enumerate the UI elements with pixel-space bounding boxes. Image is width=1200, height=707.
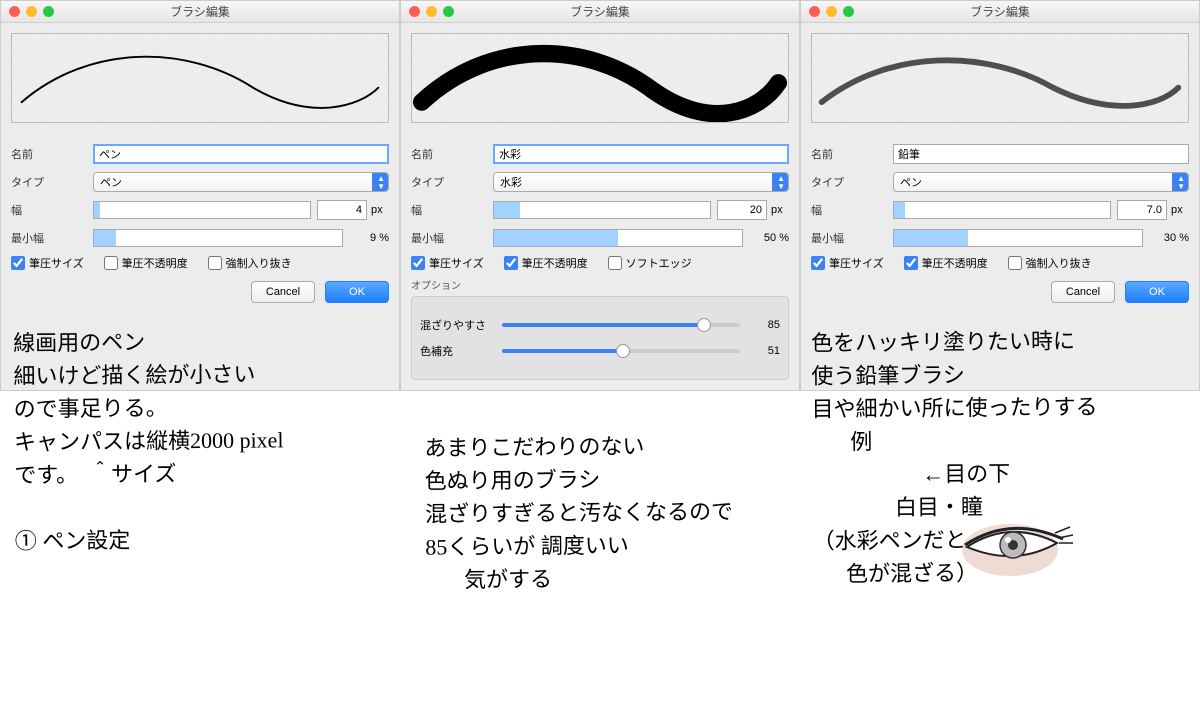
width-label: 幅 (811, 202, 893, 218)
checkbox-label: 筆圧サイズ (429, 255, 484, 271)
checkbox-input[interactable] (208, 256, 222, 270)
brush-editor-panel: ブラシ編集名前タイプ水彩 ▲▼ 幅 px 最小幅 50 % 筆圧サイズ 筆圧不透明度 ソフトエッ… (400, 0, 800, 391)
width-slider[interactable] (93, 201, 311, 219)
window-titlebar: ブラシ編集 (801, 1, 1199, 23)
cancel-button[interactable]: Cancel (251, 281, 315, 303)
checkbox-label: ソフトエッジ (626, 255, 692, 271)
checkbox-input[interactable] (411, 256, 425, 270)
width-unit: px (771, 204, 789, 216)
options-heading: オプション (411, 277, 789, 292)
checkbox-label: 筆圧不透明度 (922, 255, 988, 271)
minwidth-value: 50 % (749, 232, 789, 244)
window-title: ブラシ編集 (1, 3, 399, 20)
type-select[interactable]: 水彩 ▲▼ (493, 172, 789, 192)
ok-button[interactable]: OK (325, 281, 389, 303)
checkbox-筆圧サイズ[interactable]: 筆圧サイズ (11, 255, 84, 271)
handwritten-note-center: あまりこだわりのない 色ぬり用のブラシ 混ざりすぎると汚なくなるので 85くらい… (424, 428, 785, 596)
minwidth-label: 最小幅 (411, 230, 493, 246)
checkbox-input[interactable] (504, 256, 518, 270)
select-value: ペン (900, 174, 922, 190)
width-label: 幅 (11, 202, 93, 218)
checkbox-input[interactable] (11, 256, 25, 270)
option-slider[interactable] (502, 323, 740, 327)
width-unit: px (1171, 204, 1189, 216)
type-select[interactable]: ペン ▲▼ (93, 172, 389, 192)
option-label: 色補充 (420, 343, 502, 359)
width-slider[interactable] (493, 201, 711, 219)
width-input[interactable] (317, 200, 367, 220)
option-value: 51 (750, 345, 780, 357)
minwidth-slider[interactable] (493, 229, 743, 247)
type-select[interactable]: ペン ▲▼ (893, 172, 1189, 192)
chevron-updown-icon: ▲▼ (777, 175, 785, 191)
handwritten-note-left: 線画用のペン 細いけど描く絵が小さい ので事足りる。 キャンパスは縦横2000 … (13, 323, 395, 557)
name-input[interactable] (493, 144, 789, 164)
minwidth-slider[interactable] (893, 229, 1143, 247)
chevron-updown-icon: ▲▼ (1177, 175, 1185, 191)
width-label: 幅 (411, 202, 493, 218)
ok-button[interactable]: OK (1125, 281, 1189, 303)
checkbox-label: 筆圧不透明度 (122, 255, 188, 271)
brush-stroke-preview (811, 33, 1189, 123)
minwidth-label: 最小幅 (811, 230, 893, 246)
name-input[interactable] (893, 144, 1189, 164)
checkbox-label: 筆圧サイズ (29, 255, 84, 271)
checkbox-input[interactable] (811, 256, 825, 270)
option-slider[interactable] (502, 349, 740, 353)
checkbox-強制入り抜き[interactable]: 強制入り抜き (208, 255, 292, 271)
field-label: 名前 (411, 146, 493, 162)
field-label: タイプ (811, 174, 893, 190)
width-input[interactable] (717, 200, 767, 220)
minwidth-value: 30 % (1149, 232, 1189, 244)
checkbox-筆圧サイズ[interactable]: 筆圧サイズ (811, 255, 884, 271)
brush-stroke-preview (11, 33, 389, 123)
checkbox-input[interactable] (104, 256, 118, 270)
option-label: 混ざりやすさ (420, 317, 502, 333)
checkbox-label: 筆圧不透明度 (522, 255, 588, 271)
window-titlebar: ブラシ編集 (1, 1, 399, 23)
minwidth-slider[interactable] (93, 229, 343, 247)
window-title: ブラシ編集 (401, 3, 799, 20)
field-label: 名前 (811, 146, 893, 162)
checkbox-input[interactable] (904, 256, 918, 270)
select-value: ペン (100, 174, 122, 190)
checkbox-input[interactable] (608, 256, 622, 270)
checkbox-筆圧不透明度[interactable]: 筆圧不透明度 (104, 255, 188, 271)
window-titlebar: ブラシ編集 (401, 1, 799, 23)
eye-illustration (955, 505, 1095, 585)
field-label: タイプ (11, 174, 93, 190)
checkbox-label: 強制入り抜き (226, 255, 292, 271)
checkbox-筆圧不透明度[interactable]: 筆圧不透明度 (504, 255, 588, 271)
select-value: 水彩 (500, 174, 522, 190)
chevron-updown-icon: ▲▼ (377, 175, 385, 191)
field-label: 名前 (11, 146, 93, 162)
checkbox-label: 筆圧サイズ (829, 255, 884, 271)
options-box: 混ざりやすさ 85 色補充 51 (411, 296, 789, 380)
field-label: タイプ (411, 174, 493, 190)
checkbox-label: 強制入り抜き (1026, 255, 1092, 271)
checkbox-ソフトエッジ[interactable]: ソフトエッジ (608, 255, 692, 271)
option-value: 85 (750, 319, 780, 331)
width-input[interactable] (1117, 200, 1167, 220)
width-slider[interactable] (893, 201, 1111, 219)
window-title: ブラシ編集 (801, 3, 1199, 20)
checkbox-筆圧不透明度[interactable]: 筆圧不透明度 (904, 255, 988, 271)
minwidth-value: 9 % (349, 232, 389, 244)
checkbox-強制入り抜き[interactable]: 強制入り抜き (1008, 255, 1092, 271)
name-input[interactable] (93, 144, 389, 164)
width-unit: px (371, 204, 389, 216)
brush-stroke-preview (411, 33, 789, 123)
checkbox-筆圧サイズ[interactable]: 筆圧サイズ (411, 255, 484, 271)
cancel-button[interactable]: Cancel (1051, 281, 1115, 303)
minwidth-label: 最小幅 (11, 230, 93, 246)
checkbox-input[interactable] (1008, 256, 1022, 270)
